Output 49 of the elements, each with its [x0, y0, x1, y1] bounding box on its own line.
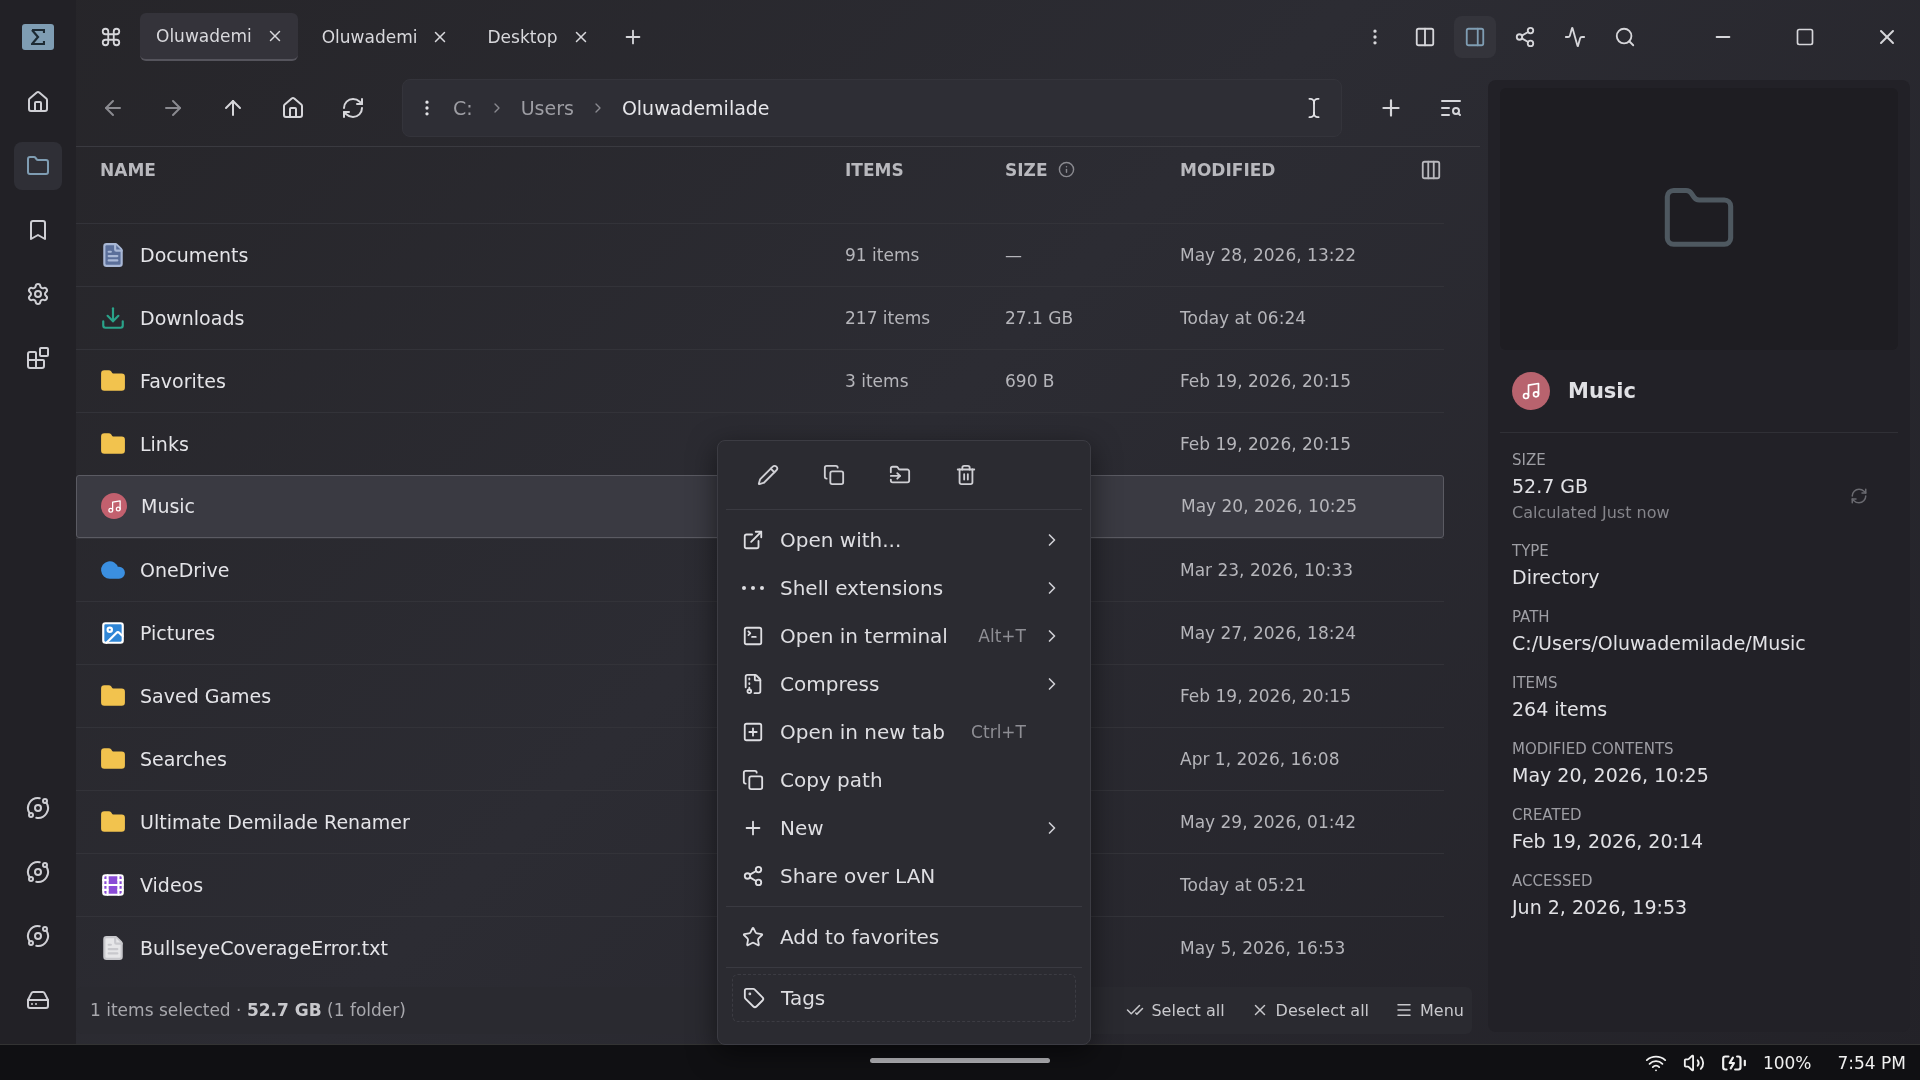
file-name: BullseyeCoverageError.txt	[140, 936, 388, 959]
property-value: Jun 2, 2026, 19:53	[1512, 896, 1688, 918]
modified-date: May 5, 2026, 16:53	[1180, 937, 1347, 958]
shortcut-hint: Alt+T	[978, 626, 1026, 646]
file-name: Videos	[140, 873, 204, 896]
modified-date: Feb 19, 2026, 20:15	[1180, 433, 1352, 454]
item-count: 217 items	[845, 307, 931, 328]
file-name: Downloads	[140, 306, 245, 329]
file-name: Links	[140, 432, 189, 455]
file-size: 27.1 GB	[1005, 307, 1074, 328]
property-label: SIZE	[1512, 451, 1546, 469]
property-label: PATH	[1512, 608, 1550, 626]
modified-date: Today at 05:21	[1180, 874, 1308, 895]
property-value: Directory	[1512, 566, 1600, 588]
property-label: TYPE	[1512, 542, 1549, 560]
modified-date: Feb 19, 2026, 20:15	[1180, 370, 1352, 391]
item-count: 91 items	[845, 244, 920, 265]
file-name: OneDrive	[140, 558, 230, 581]
property-value: Feb 19, 2026, 20:14	[1512, 830, 1704, 852]
property-note: Calculated Just now	[1512, 503, 1670, 522]
modified-date: Mar 23, 2026, 10:33	[1180, 559, 1354, 580]
battery-level: 100%	[1762, 1052, 1812, 1073]
shortcut-hint: Ctrl+T	[971, 722, 1026, 742]
file-size: 690 B	[1005, 370, 1055, 391]
property-label: ACCESSED	[1512, 872, 1593, 890]
property-label: CREATED	[1512, 806, 1582, 824]
property-value: 264 items	[1512, 698, 1608, 720]
modified-date: May 20, 2026, 10:25	[1181, 496, 1359, 517]
file-name: Documents	[140, 243, 249, 266]
file-name: Pictures	[140, 621, 216, 644]
property-value: C:/Users/Oluwademilade/Music	[1512, 632, 1806, 654]
modified-date: Feb 19, 2026, 20:15	[1180, 685, 1352, 706]
file-name: Favorites	[140, 369, 226, 392]
property-value: May 20, 2026, 10:25	[1512, 764, 1709, 786]
modified-date: May 27, 2026, 18:24	[1180, 622, 1358, 643]
property-label: ITEMS	[1512, 674, 1558, 692]
file-name: Searches	[140, 747, 227, 770]
modified-date: Today at 06:24	[1180, 307, 1308, 328]
property-label: MODIFIED CONTENTS	[1512, 740, 1674, 758]
modified-date: May 28, 2026, 13:22	[1180, 244, 1358, 265]
modified-date: Apr 1, 2026, 16:08	[1180, 748, 1341, 769]
item-count: 3 items	[845, 370, 909, 391]
property-value: 52.7 GB	[1512, 475, 1589, 497]
file-size: —	[1005, 244, 1022, 265]
details-title: Music	[1568, 379, 1636, 403]
file-name: Saved Games	[140, 684, 272, 707]
file-name: Ultimate Demilade Renamer	[140, 810, 410, 833]
file-name: Music	[141, 495, 196, 518]
modified-date: May 29, 2026, 01:42	[1180, 811, 1358, 832]
